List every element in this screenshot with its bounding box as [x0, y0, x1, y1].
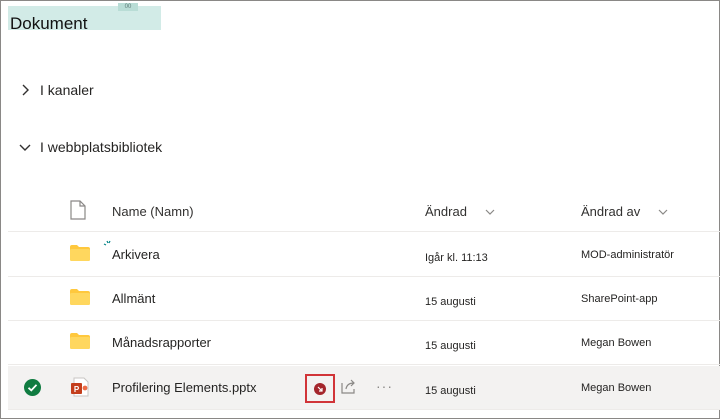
- section-channels-label: I kanaler: [40, 82, 94, 98]
- row-modified: 15 augusti: [425, 340, 476, 352]
- table-row[interactable]: Månadsrapporter 15 augusti Megan Bowen: [8, 321, 720, 365]
- row-name[interactable]: Profilering Elements.pptx: [112, 380, 257, 395]
- column-header-name[interactable]: Name (Namn): [112, 204, 194, 219]
- share-icon[interactable]: [340, 378, 358, 394]
- selected-check-icon[interactable]: [24, 379, 41, 396]
- chevron-down-icon: [19, 144, 31, 151]
- folder-icon: [70, 245, 90, 261]
- row-modified: 15 augusti: [425, 296, 476, 308]
- activity-indicator-icon: [314, 383, 326, 395]
- chevron-right-icon: [22, 84, 29, 96]
- row-modified-by: Megan Bowen: [581, 382, 652, 394]
- file-type-icon: [70, 200, 86, 220]
- folder-icon: [70, 333, 90, 349]
- row-modified: Igår kl. 11:13: [425, 252, 488, 264]
- table-row-selected[interactable]: P Profilering Elements.pptx ··· 15 augus…: [8, 366, 720, 410]
- page-title: Dokument: [10, 14, 88, 33]
- column-header-modified[interactable]: Ändrad: [425, 204, 495, 219]
- row-name[interactable]: Månadsrapporter: [112, 335, 211, 350]
- folder-icon: [70, 289, 90, 305]
- table-row[interactable]: Allmänt 15 augusti SharePoint-app: [8, 277, 720, 321]
- row-name[interactable]: Allmänt: [112, 291, 155, 306]
- section-channels[interactable]: I kanaler: [18, 82, 94, 98]
- svg-text:P: P: [74, 385, 80, 394]
- section-site-libraries[interactable]: I webbplatsbibliotek: [18, 139, 162, 155]
- column-header-modified-by-label: Ändrad av: [581, 204, 641, 219]
- powerpoint-icon: P: [71, 377, 89, 397]
- arrow-icon: [317, 386, 323, 392]
- section-site-libraries-label: I webbplatsbibliotek: [40, 139, 163, 155]
- more-options-icon[interactable]: ···: [376, 378, 393, 394]
- table-header: Name (Namn) Ändrad Ändrad av: [8, 190, 720, 232]
- row-name[interactable]: Arkivera: [112, 247, 160, 262]
- row-modified: 15 augusti: [425, 385, 476, 397]
- new-item-sparkle-icon: [103, 240, 111, 246]
- title-badge: 00: [118, 3, 138, 11]
- row-modified-by: SharePoint-app: [581, 293, 658, 305]
- row-modified-by: Megan Bowen: [581, 337, 652, 349]
- chevron-down-icon: [658, 209, 668, 215]
- row-modified-by: MOD-administratör: [581, 249, 674, 261]
- chevron-down-icon: [485, 209, 495, 215]
- column-header-modified-label: Ändrad: [425, 204, 467, 219]
- column-header-modified-by[interactable]: Ändrad av: [581, 204, 668, 219]
- column-header-name-label: Name (Namn): [112, 204, 194, 219]
- highlighted-action-button[interactable]: [305, 374, 335, 403]
- checkmark-icon: [27, 384, 38, 392]
- table-row[interactable]: Arkivera Igår kl. 11:13 MOD-administratö…: [8, 233, 720, 277]
